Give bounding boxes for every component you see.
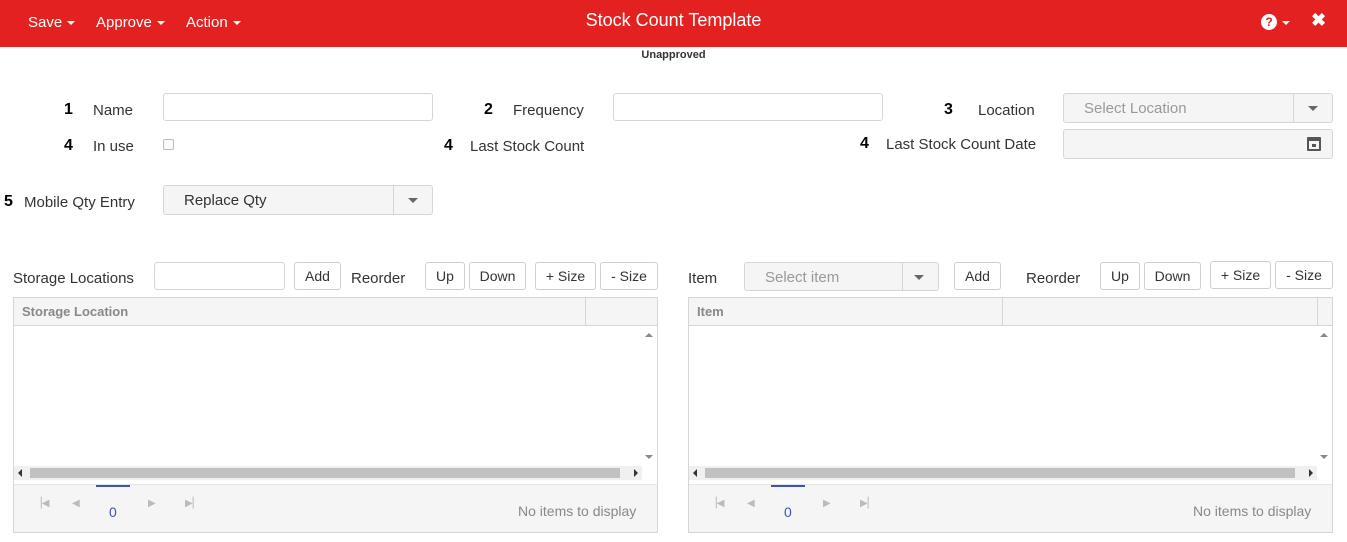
frequency-label: Frequency [513,102,584,119]
storage-up-button[interactable]: Up [425,262,465,290]
column-divider [1317,298,1318,326]
dropdown-divider [393,186,394,214]
item-placeholder: Select item [765,269,840,286]
storage-decrease-size-button[interactable]: - Size [600,262,658,290]
column-header-item[interactable]: Item [697,304,724,319]
scroll-right-icon[interactable] [634,469,638,477]
chevron-down-icon[interactable] [914,275,924,280]
grid-pager: ▕◀ ◀ 0 ▶ ▶▏ No items to display [689,484,1332,532]
scroll-left-icon[interactable] [693,469,697,477]
storage-increase-size-button[interactable]: + Size [535,262,596,290]
item-label: Item [688,270,718,287]
field-number-mobile-qty: 5 [4,193,13,210]
last-stock-count-date-label: Last Stock Count Date [886,136,1037,153]
scroll-down-icon[interactable] [1320,455,1328,459]
column-header-storage-location[interactable]: Storage Location [22,304,128,319]
location-select[interactable]: Select Location [1063,93,1333,123]
scroll-up-icon[interactable] [645,333,653,337]
item-decrease-size-button[interactable]: - Size [1275,261,1333,289]
top-toolbar: Save Approve Action Stock Count Template… [0,0,1347,47]
chevron-down-icon[interactable] [408,198,418,203]
field-number-last-stock-count-date: 4 [860,135,869,152]
item-add-button[interactable]: Add [954,262,1001,290]
in-use-checkbox[interactable] [163,139,174,150]
scroll-down-icon[interactable] [645,455,653,459]
item-down-button[interactable]: Down [1144,262,1201,290]
scrollbar-thumb[interactable] [705,468,1295,478]
items-grid: Item ▕◀ ◀ 0 ▶ ▶▏ No items to display [688,297,1333,533]
next-page-icon[interactable]: ▶ [823,498,831,509]
storage-add-button[interactable]: Add [294,262,341,290]
item-up-button[interactable]: Up [1100,262,1140,290]
page-title: Stock Count Template [585,10,762,30]
mobile-qty-entry-label: Mobile Qty Entry [24,194,135,211]
current-page-indicator [96,485,130,487]
grid-header: Item [689,298,1332,326]
dropdown-divider [902,263,903,290]
field-number-frequency: 2 [484,101,493,118]
scroll-up-icon[interactable] [1320,333,1328,337]
field-number-in-use: 4 [64,137,73,154]
scroll-right-icon[interactable] [1309,469,1313,477]
in-use-label: In use [93,138,134,155]
location-placeholder: Select Location [1084,100,1187,117]
last-stock-count-date-input[interactable] [1063,129,1333,159]
current-page-indicator [771,485,805,487]
scrollbar-thumb[interactable] [30,468,620,478]
horizontal-scrollbar[interactable] [14,466,642,480]
pager-empty-message: No items to display [518,503,637,519]
close-icon[interactable]: ✖ [1311,10,1326,31]
next-page-icon[interactable]: ▶ [148,498,156,509]
previous-page-icon[interactable]: ◀ [72,498,80,509]
first-page-icon[interactable]: ▕◀ [34,498,49,509]
grid-pager: ▕◀ ◀ 0 ▶ ▶▏ No items to display [14,484,657,532]
location-label: Location [978,102,1035,119]
previous-page-icon[interactable]: ◀ [747,498,755,509]
grid-header: Storage Location [14,298,657,326]
vertical-scrollbar[interactable] [1317,327,1331,465]
chevron-down-icon[interactable] [1308,106,1318,111]
storage-reorder-label: Reorder [351,270,406,287]
mobile-qty-entry-select[interactable]: Replace Qty [163,185,433,215]
storage-locations-grid: Storage Location ▕◀ ◀ 0 ▶ ▶▏ No items to… [13,297,658,533]
first-page-icon[interactable]: ▕◀ [709,498,724,509]
vertical-scrollbar[interactable] [642,327,656,465]
last-page-icon[interactable]: ▶▏ [185,498,200,509]
current-page-number[interactable]: 0 [784,504,792,520]
horizontal-scrollbar[interactable] [689,466,1317,480]
item-increase-size-button[interactable]: + Size [1210,261,1271,289]
storage-locations-label: Storage Locations [13,270,134,287]
dropdown-divider [1293,94,1294,122]
storage-location-input[interactable] [154,262,285,290]
help-chevron-down-icon[interactable] [1282,21,1290,25]
storage-down-button[interactable]: Down [469,262,526,290]
last-page-icon[interactable]: ▶▏ [860,498,875,509]
pager-empty-message: No items to display [1193,503,1312,519]
name-input[interactable] [163,93,433,121]
scroll-left-icon[interactable] [18,469,22,477]
field-number-name: 1 [64,101,73,118]
approval-status: Unapproved [641,49,706,61]
frequency-input[interactable] [613,93,883,121]
item-reorder-label: Reorder [1026,270,1081,287]
item-select[interactable]: Select item [744,262,939,291]
name-label: Name [93,102,134,119]
column-divider [585,298,586,326]
field-number-location: 3 [944,101,953,118]
help-icon[interactable]: ? [1261,14,1277,30]
field-number-last-stock-count: 4 [444,137,453,154]
current-page-number[interactable]: 0 [109,504,117,520]
calendar-icon[interactable] [1307,137,1321,151]
mobile-qty-entry-value: Replace Qty [184,192,267,209]
last-stock-count-label: Last Stock Count [470,138,585,155]
column-divider [1002,298,1003,326]
